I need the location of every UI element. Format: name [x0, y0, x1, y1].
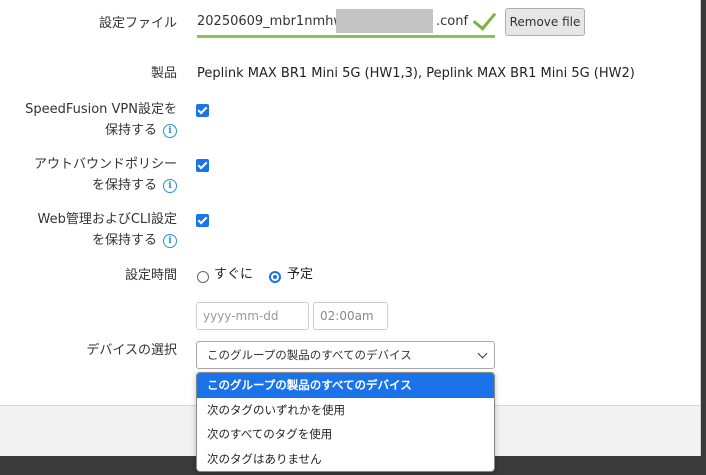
keep-outbound-policy-label: アウトバウンドポリシー を保持する i [0, 154, 177, 196]
config-file-name: 20250609_mbr1nmhw1_ [197, 14, 359, 29]
keep-speedfusion-label-line1: SpeedFusion VPN設定を [25, 102, 177, 117]
redacted-filename-block [336, 9, 433, 33]
remove-file-button[interactable]: Remove file [505, 8, 585, 36]
dropdown-option[interactable]: 次のタグはありません [197, 447, 494, 472]
settings-panel: 設定ファイル 20250609_mbr1nmhw1_ .conf Remove … [0, 0, 701, 405]
keep-speedfusion-label: SpeedFusion VPN設定を 保持する i [0, 99, 177, 141]
chevron-down-icon [477, 348, 488, 359]
device-select-value: このグループの製品のすべてのデバイス [207, 348, 412, 362]
keep-web-cli-label: Web管理およびCLI設定 を保持する i [0, 209, 177, 251]
schedule-label: 設定時間 [124, 268, 177, 283]
product-value: Peplink MAX BR1 Mini 5G (HW1,3), Peplink… [197, 66, 635, 81]
check-icon [472, 6, 497, 31]
dropdown-option[interactable]: 次のタグのいずれかを使用 [197, 398, 494, 423]
date-input[interactable]: yyyy-mm-dd [196, 302, 309, 330]
radio-now[interactable] [197, 271, 209, 283]
config-file-label: 設定ファイル [98, 16, 177, 31]
dropdown-option[interactable]: このグループの製品のすべてのデバイス [197, 373, 494, 398]
keep-web-cli-label-line2: を保持する [91, 233, 157, 248]
radio-now-label[interactable]: すぐに [214, 266, 253, 284]
product-label: 製品 [150, 66, 177, 81]
device-select-dropdown: このグループの製品のすべてのデバイス 次のタグのいずれかを使用 次のすべてのタグ… [196, 372, 495, 472]
dropdown-option[interactable]: 次のすべてのタグを使用 [197, 422, 494, 447]
keep-outbound-policy-checkbox[interactable] [196, 159, 209, 172]
device-select[interactable]: このグループの製品のすべてのデバイス [196, 341, 495, 369]
upload-progress-bar [197, 35, 495, 38]
device-select-label: デバイスの選択 [86, 343, 177, 358]
keep-web-cli-label-line1: Web管理およびCLI設定 [37, 212, 178, 227]
keep-speedfusion-checkbox[interactable] [196, 104, 209, 117]
keep-web-cli-checkbox[interactable] [196, 214, 209, 227]
radio-scheduled[interactable] [269, 271, 281, 283]
info-icon[interactable]: i [163, 178, 177, 193]
info-icon[interactable]: i [163, 123, 177, 138]
time-input[interactable]: 02:00am [313, 302, 388, 330]
radio-scheduled-label[interactable]: 予定 [287, 266, 313, 284]
info-icon[interactable]: i [163, 233, 177, 248]
config-file-extension: .conf [436, 14, 469, 29]
keep-outbound-policy-label-line2: を保持する [91, 178, 157, 193]
keep-outbound-policy-label-line1: アウトバウンドポリシー [33, 157, 177, 172]
keep-speedfusion-label-line2: 保持する [104, 123, 157, 138]
